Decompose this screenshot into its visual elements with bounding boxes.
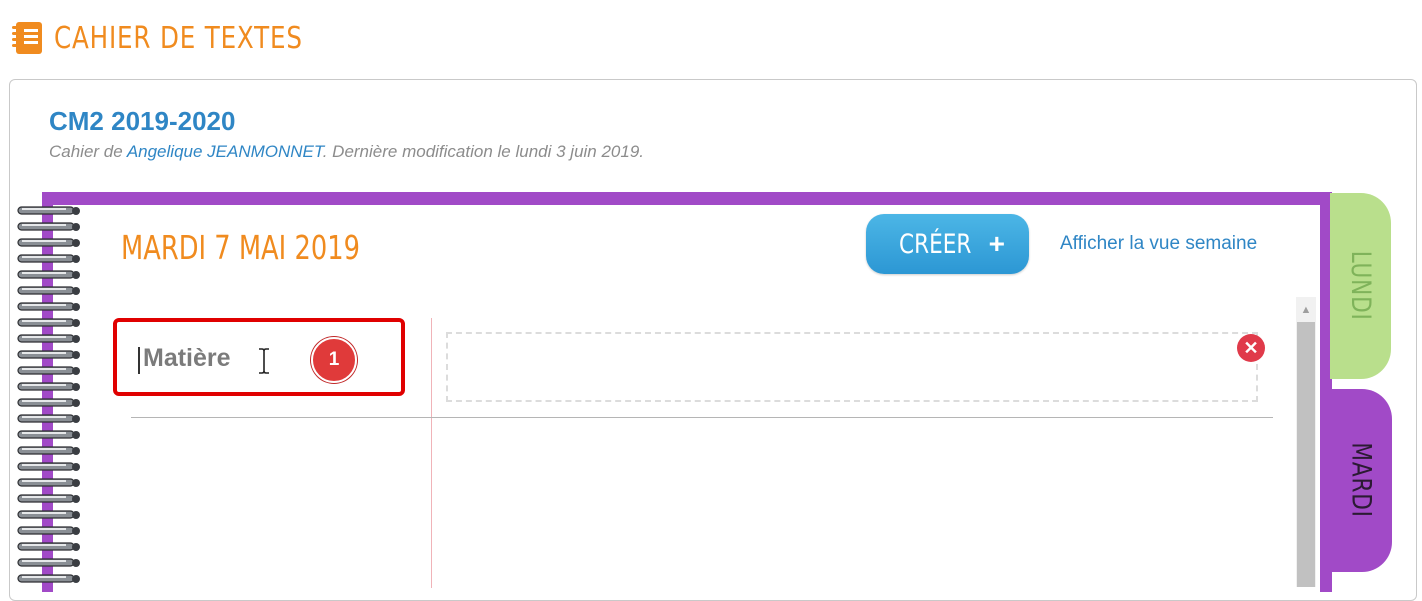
week-view-link[interactable]: Afficher la vue semaine <box>1060 233 1257 255</box>
page-title: CAHIER DE TEXTES <box>54 20 303 56</box>
meta-suffix: . Dernière modification le lundi 3 juin … <box>322 142 645 161</box>
tab-lundi-label: LUNDI <box>1345 251 1376 321</box>
meta-prefix: Cahier de <box>49 142 127 161</box>
create-button-label: CRÉER <box>899 228 972 260</box>
scroll-up-icon[interactable]: ▲ <box>1296 299 1316 321</box>
ibeam-cursor-icon <box>259 348 269 374</box>
tab-mardi-label: MARDI <box>1345 442 1377 519</box>
tab-lundi[interactable]: LUNDI <box>1330 193 1391 379</box>
notebook-icon <box>12 22 42 54</box>
class-name: CM2 2019-2020 <box>49 106 236 136</box>
author-name: Angelique JEANMONNET <box>126 142 323 161</box>
day-title: MARDI 7 MAI 2019 <box>121 228 360 267</box>
margin-line <box>431 318 432 588</box>
spiral-binding-icon <box>17 206 80 583</box>
page-header: CAHIER DE TEXTES <box>10 16 357 60</box>
scrollbar-thumb[interactable] <box>1297 322 1315 587</box>
cahier-meta: Cahier de Angelique JEANMONNET. Dernière… <box>49 142 644 162</box>
create-button[interactable]: CRÉER + <box>866 214 1029 274</box>
row-divider <box>131 417 1273 418</box>
subject-input[interactable] <box>141 343 255 374</box>
plus-icon: + <box>988 228 1005 259</box>
close-circle-icon[interactable]: ✕ <box>1237 334 1265 362</box>
step-badge: 1 <box>311 337 357 383</box>
tab-mardi[interactable]: MARDI <box>1330 389 1392 572</box>
content-dropzone[interactable] <box>446 332 1258 402</box>
text-caret <box>138 347 140 374</box>
